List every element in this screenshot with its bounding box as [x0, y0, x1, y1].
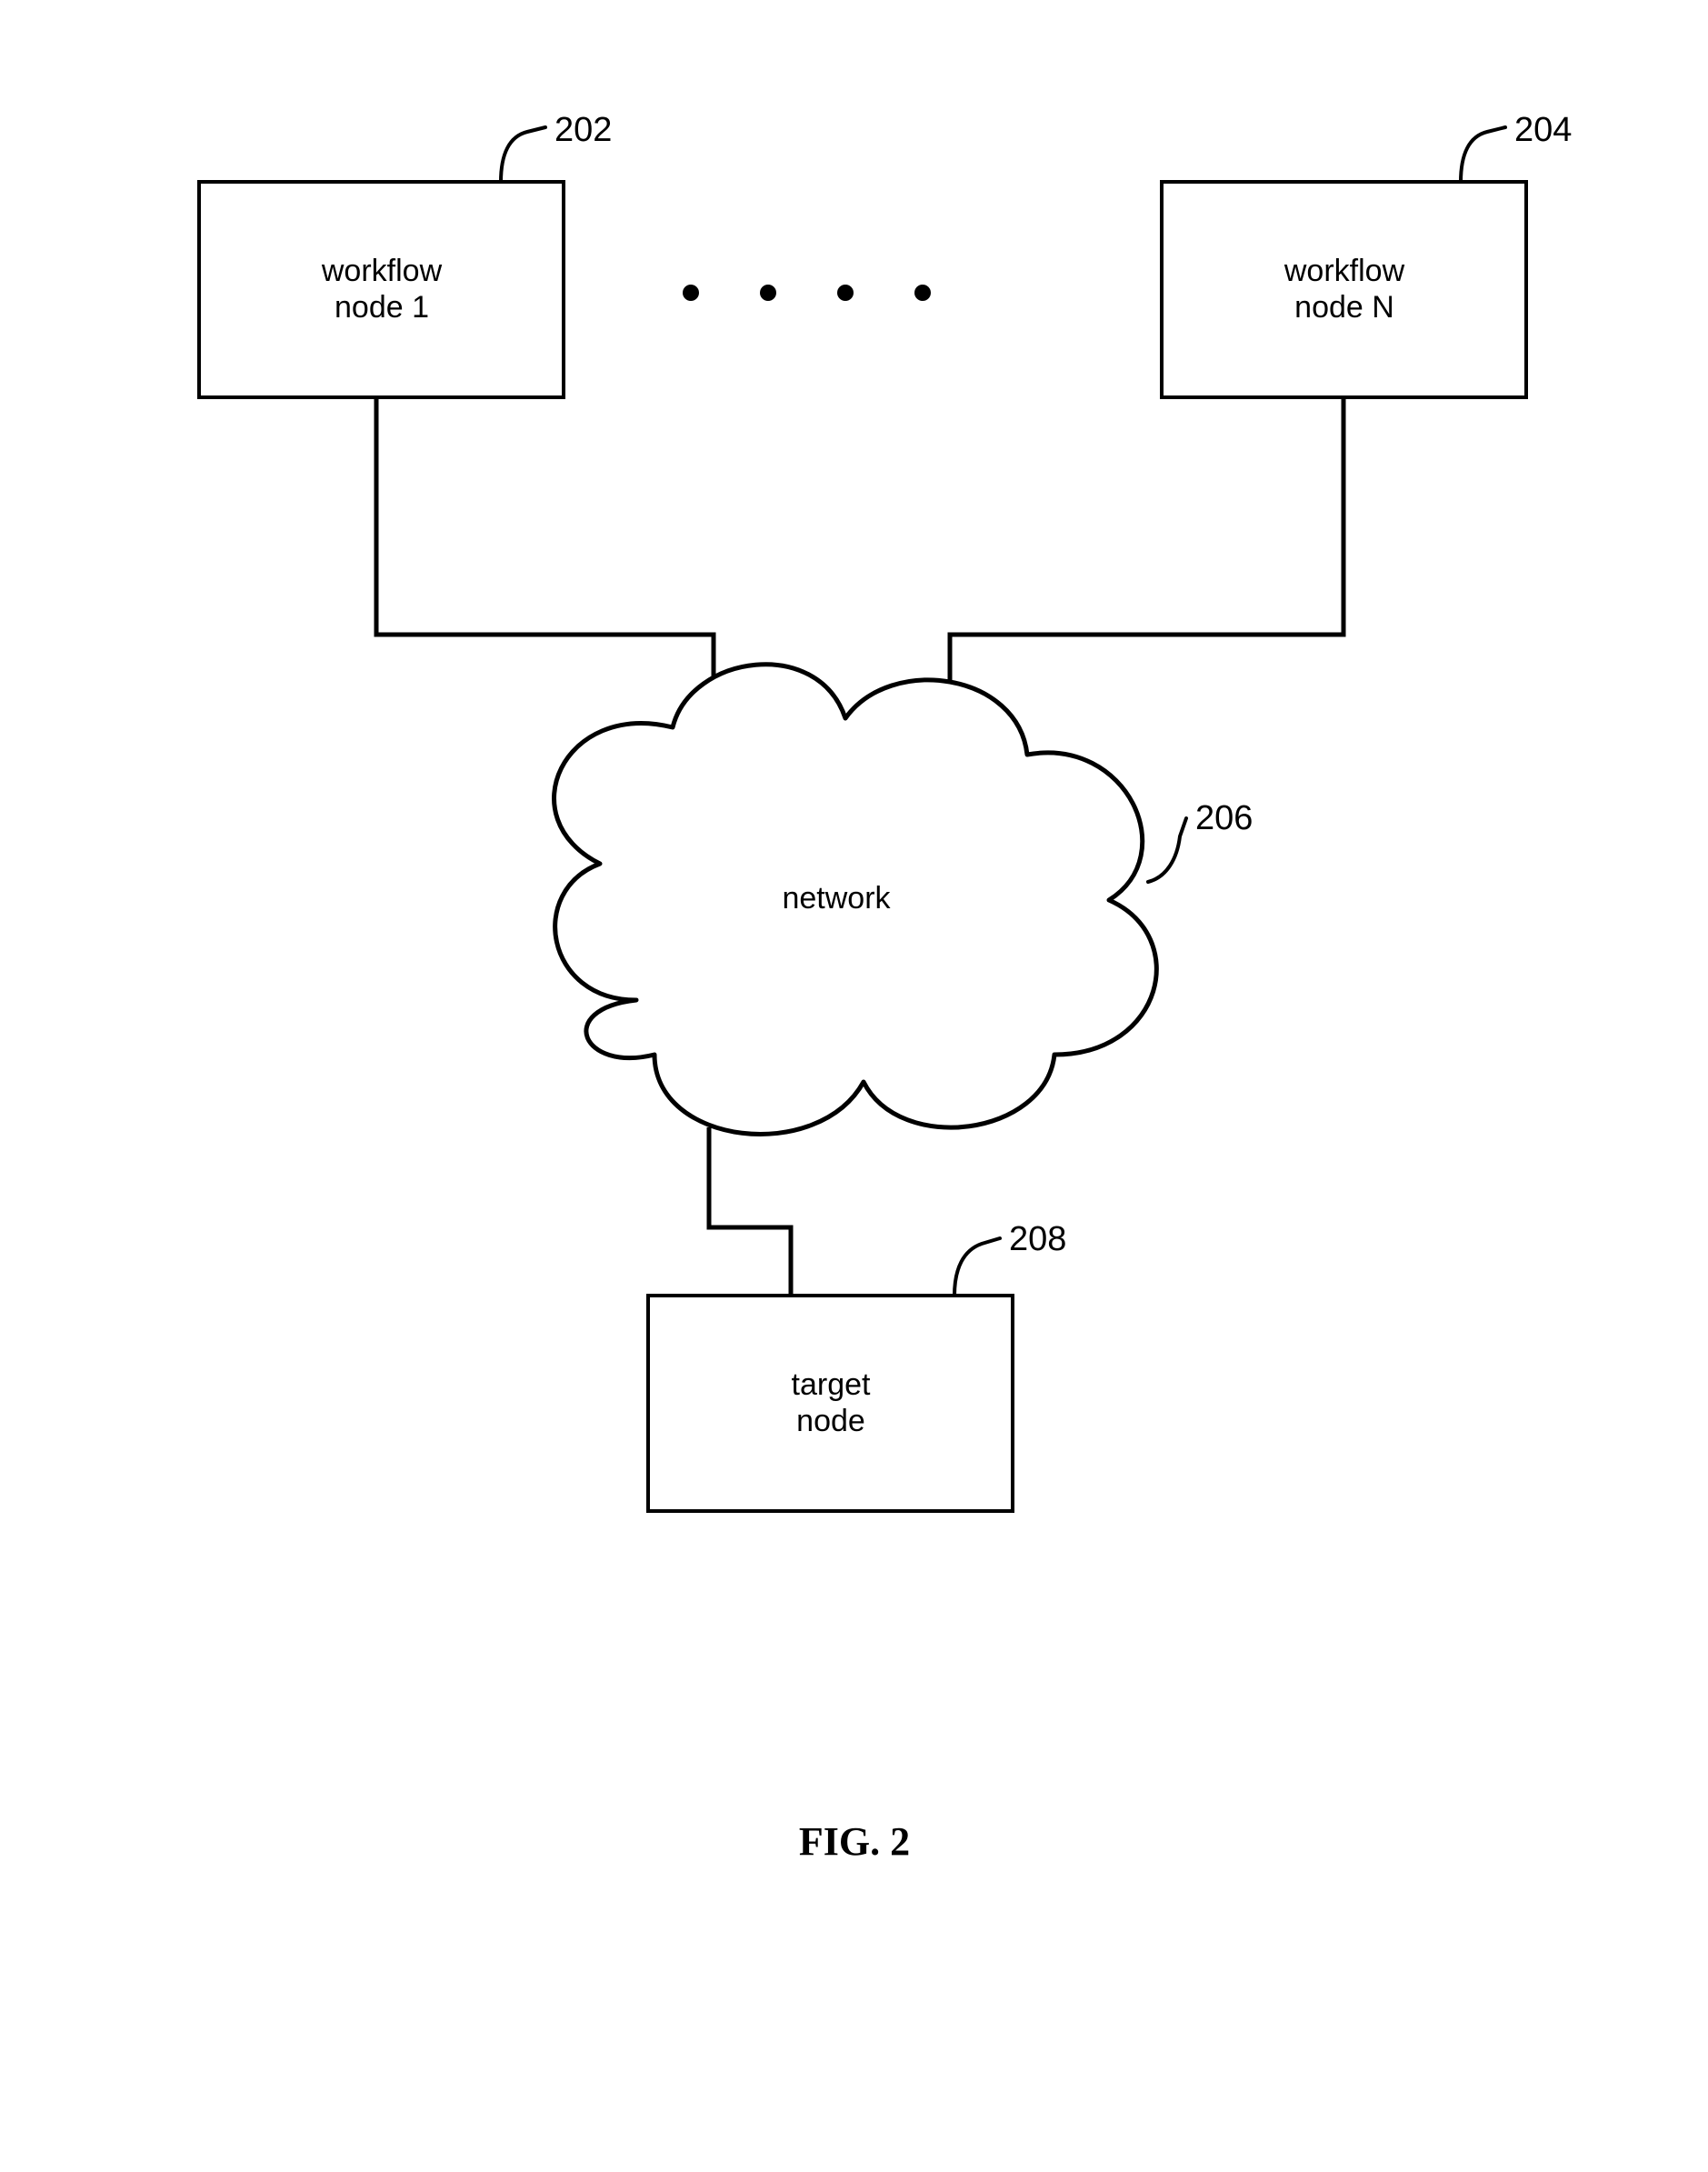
workflow-node-n-label-line1: workflow	[1283, 254, 1405, 288]
callout-204	[1461, 127, 1505, 182]
diagram-canvas: workflow node 1 202 workflow node N 204 …	[0, 0, 1708, 2172]
callout-206	[1148, 818, 1186, 882]
connector-nodeN-network	[950, 397, 1343, 746]
target-node-label-line1: target	[792, 1367, 871, 1402]
ellipsis-dot	[760, 285, 776, 301]
ellipsis-dot	[683, 285, 699, 301]
figure-caption: FIG. 2	[799, 1819, 910, 1864]
refnum-202: 202	[554, 111, 612, 149]
target-node-label-line2: node	[796, 1404, 865, 1438]
refnum-206: 206	[1195, 799, 1253, 837]
callout-208	[954, 1238, 1000, 1296]
refnum-208: 208	[1009, 1220, 1066, 1258]
workflow-node-1-label-line1: workflow	[321, 254, 443, 288]
workflow-node-1-label-line2: node 1	[335, 290, 429, 325]
network-label: network	[782, 881, 891, 916]
callout-202	[501, 127, 545, 182]
ellipsis-dot	[914, 285, 931, 301]
ellipsis-dot	[837, 285, 854, 301]
workflow-node-n-label-line2: node N	[1294, 290, 1394, 325]
refnum-204: 204	[1514, 111, 1572, 149]
connector-node1-network	[376, 397, 714, 746]
connector-network-target	[709, 1127, 791, 1296]
